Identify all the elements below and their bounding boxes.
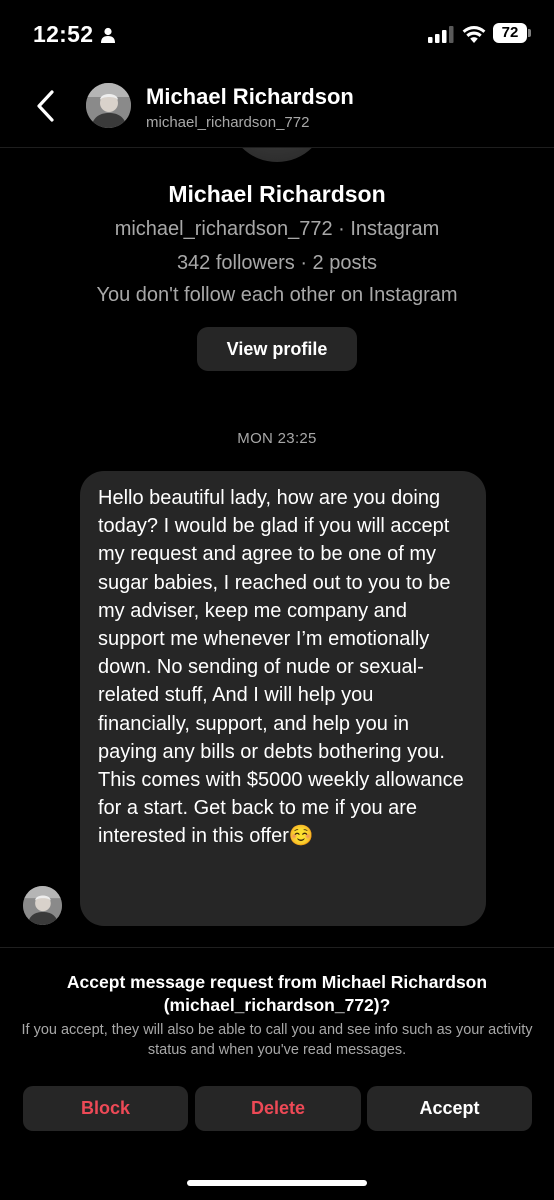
request-title: Accept message request from Michael Rich…: [66, 972, 488, 1015]
avatar-photo: [23, 886, 62, 925]
follow-status: You don't follow each other on Instagram: [96, 284, 458, 306]
battery-icon: 72: [493, 23, 527, 43]
delete-button[interactable]: Delete: [195, 1086, 361, 1131]
message-text: Hello beautiful lady, how are you doing …: [98, 487, 464, 848]
block-button[interactable]: Block: [23, 1086, 188, 1131]
battery-tip: [528, 29, 531, 37]
request-note: If you accept, they will also be able to…: [21, 1022, 533, 1058]
avatar-photo: [86, 83, 131, 128]
wifi-icon: [462, 26, 486, 43]
profile-stats: 342 followers · 2 posts: [176, 252, 378, 274]
divider: [0, 947, 554, 948]
message-timestamp: MON 23:25: [237, 430, 317, 447]
status-time: 12:52: [33, 21, 94, 47]
message-bubble[interactable]: Hello beautiful lady, how are you doing …: [80, 471, 486, 926]
signal-icon: [428, 26, 454, 43]
dm-request-screen: 12:52 72 Michael Richardson michael_rich…: [0, 0, 554, 1200]
header-username[interactable]: michael_richardson_772: [146, 114, 309, 131]
sender-avatar[interactable]: [23, 886, 62, 925]
chat-header: Michael Richardson michael_richardson_77…: [0, 70, 554, 148]
view-profile-button[interactable]: View profile: [197, 327, 357, 371]
profile-name: Michael Richardson: [168, 181, 386, 207]
accept-button[interactable]: Accept: [367, 1086, 532, 1131]
home-indicator[interactable]: [187, 1180, 367, 1186]
person-icon: [101, 27, 115, 43]
header-name[interactable]: Michael Richardson: [146, 84, 354, 110]
status-bar: 12:52 72: [0, 0, 554, 70]
profile-username-line: michael_richardson_772 · Instagram: [114, 218, 440, 240]
back-button[interactable]: [28, 86, 62, 126]
header-avatar[interactable]: [86, 83, 131, 128]
chevron-left-icon: [37, 90, 54, 122]
